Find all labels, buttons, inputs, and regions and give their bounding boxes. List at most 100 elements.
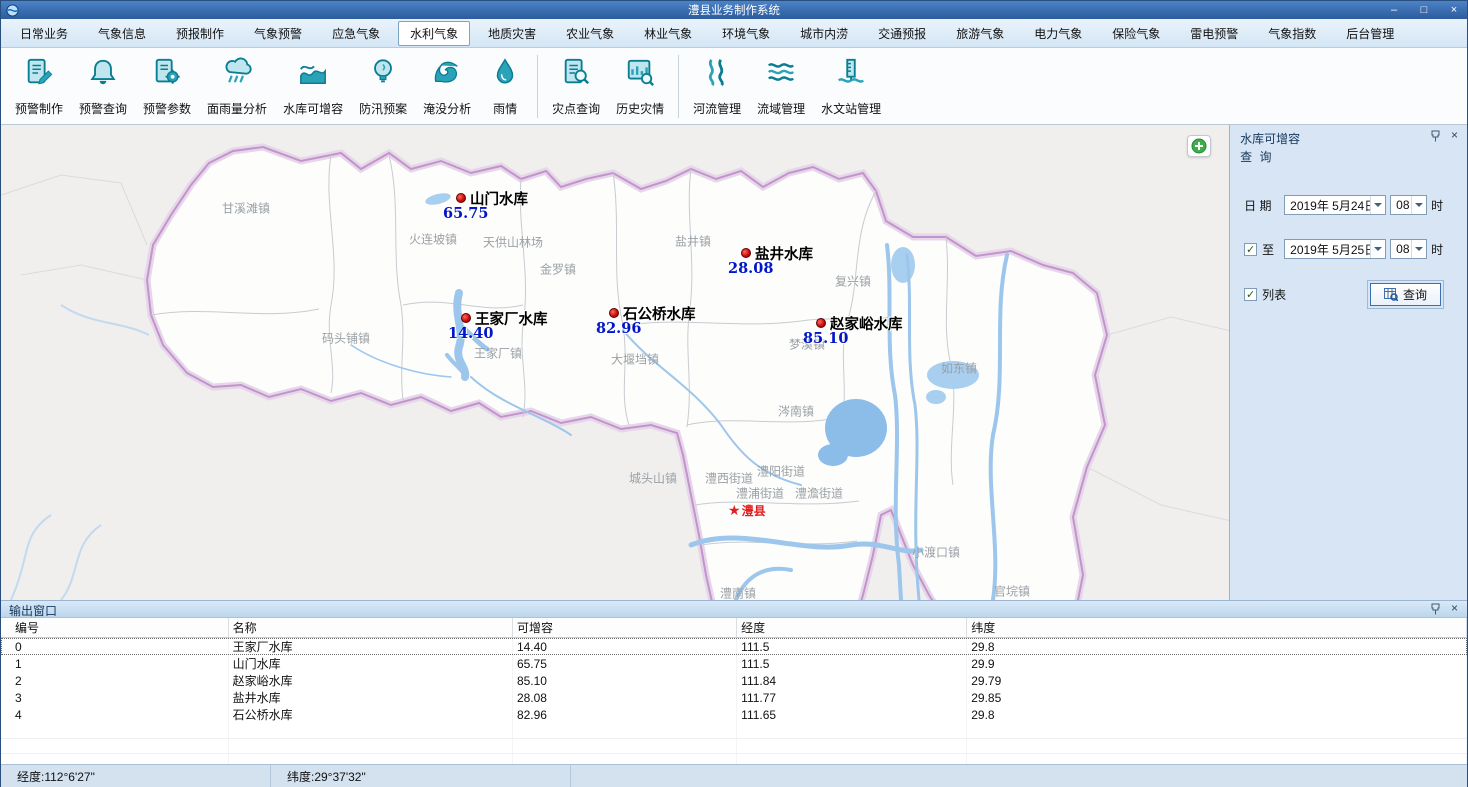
- menu-item-后台管理[interactable]: 后台管理: [1334, 21, 1406, 46]
- chevron-down-icon: [1411, 196, 1426, 214]
- table-row[interactable]: 1山门水库65.75111.529.9: [1, 655, 1467, 672]
- tool-label: 河流管理: [693, 100, 741, 117]
- pin-icon[interactable]: [1429, 129, 1442, 142]
- date-label: 日 期: [1244, 197, 1284, 214]
- tool-label: 雨情: [493, 100, 517, 117]
- table-cell: 111.84: [737, 672, 967, 689]
- tool-水库可增容[interactable]: 水库可增容: [275, 51, 351, 122]
- reservoir-capacity-value: 14.40: [448, 325, 493, 342]
- tool-河流管理[interactable]: 河流管理: [685, 51, 749, 122]
- table-row[interactable]: 2赵家峪水库85.10111.8429.79: [1, 672, 1467, 689]
- reservoir-dot-icon: [456, 193, 466, 203]
- menu-item-气象指数[interactable]: 气象指数: [1256, 21, 1328, 46]
- reservoir-dot-icon: [816, 318, 826, 328]
- reservoir-query-panel: 水库可增容 查 询 × 日 期 2019年 5月24日: [1230, 125, 1467, 600]
- list-checkbox[interactable]: [1244, 288, 1257, 301]
- bell-icon: [87, 55, 119, 89]
- menu-item-水利气象[interactable]: 水利气象: [398, 21, 470, 46]
- tool-预警制作[interactable]: 预警制作: [7, 51, 71, 122]
- chevron-down-icon: [1411, 240, 1426, 258]
- column-header-纬度[interactable]: 纬度: [967, 618, 1467, 638]
- tool-label: 预警制作: [15, 100, 63, 117]
- water-drop-icon: [489, 55, 521, 89]
- reservoir-wave-icon: [297, 55, 329, 89]
- doc-gear-icon: [151, 55, 183, 89]
- basemap-svg: [1, 125, 1230, 600]
- menu-item-农业气象[interactable]: 农业气象: [554, 21, 626, 46]
- column-header-名称[interactable]: 名称: [228, 618, 512, 638]
- menu-item-保险气象[interactable]: 保险气象: [1100, 21, 1172, 46]
- search-doc-icon: [560, 55, 592, 89]
- panel-subtitle: 查 询: [1240, 148, 1459, 165]
- table-cell: 111.5: [737, 655, 967, 672]
- date-to-select[interactable]: 2019年 5月25日: [1284, 239, 1386, 259]
- output-close-icon[interactable]: ×: [1448, 602, 1461, 615]
- tool-label: 灾点查询: [552, 100, 600, 117]
- reservoir-dot-icon: [609, 308, 619, 318]
- menu-item-日常业务[interactable]: 日常业务: [8, 21, 80, 46]
- table-cell: 29.79: [967, 672, 1467, 689]
- toolbar: 预警制作预警查询预警参数面雨量分析水库可增容防汛预案淹没分析雨情 灾点查询历史灾情…: [1, 48, 1467, 125]
- tool-预警查询[interactable]: 预警查询: [71, 51, 135, 122]
- tool-水文站管理[interactable]: 水文站管理: [813, 51, 889, 122]
- date-from-select[interactable]: 2019年 5月24日: [1284, 195, 1386, 215]
- column-header-可增容[interactable]: 可增容: [512, 618, 736, 638]
- table-cell: 4: [1, 706, 228, 723]
- menu-item-预报制作[interactable]: 预报制作: [164, 21, 236, 46]
- tool-label: 面雨量分析: [207, 100, 267, 117]
- hour-to-select[interactable]: 08: [1390, 239, 1427, 259]
- maximize-button[interactable]: □: [1416, 2, 1432, 18]
- query-button[interactable]: 查询: [1370, 283, 1441, 306]
- to-checkbox-group: 至: [1244, 241, 1284, 258]
- history-chart-icon: [624, 55, 656, 89]
- table-cell: 28.08: [512, 689, 736, 706]
- menu-item-城市内涝[interactable]: 城市内涝: [788, 21, 860, 46]
- table-row-empty: [1, 738, 1467, 753]
- column-header-编号[interactable]: 编号: [1, 618, 228, 638]
- menu-item-气象信息[interactable]: 气象信息: [86, 21, 158, 46]
- tool-淹没分析[interactable]: 淹没分析: [415, 51, 479, 122]
- table-row[interactable]: 3盐井水库28.08111.7729.85: [1, 689, 1467, 706]
- panel-close-icon[interactable]: ×: [1448, 129, 1461, 142]
- close-button[interactable]: ×: [1446, 2, 1462, 18]
- tool-灾点查询[interactable]: 灾点查询: [544, 51, 608, 122]
- tool-雨情[interactable]: 雨情: [479, 51, 531, 122]
- table-cell: 65.75: [512, 655, 736, 672]
- hour-from-select[interactable]: 08: [1390, 195, 1427, 215]
- table-row[interactable]: 4石公桥水库82.96111.6529.8: [1, 706, 1467, 723]
- table-cell: 85.10: [512, 672, 736, 689]
- menu-item-气象预警[interactable]: 气象预警: [242, 21, 314, 46]
- tool-面雨量分析[interactable]: 面雨量分析: [199, 51, 275, 122]
- tool-历史灾情[interactable]: 历史灾情: [608, 51, 672, 122]
- tool-流域管理[interactable]: 流域管理: [749, 51, 813, 122]
- menu-item-环境气象[interactable]: 环境气象: [710, 21, 782, 46]
- tool-防汛预案[interactable]: 防汛预案: [351, 51, 415, 122]
- column-header-经度[interactable]: 经度: [737, 618, 967, 638]
- pin-icon[interactable]: [1429, 602, 1442, 615]
- county-seat-label: ★ 澧县: [728, 502, 766, 519]
- tool-label: 水库可增容: [283, 100, 343, 117]
- menu-bar: 日常业务气象信息预报制作气象预警应急气象水利气象地质灾害农业气象林业气象环境气象…: [1, 19, 1467, 48]
- output-table-body: 0王家厂水库14.40111.529.81山门水库65.75111.529.92…: [1, 638, 1467, 765]
- app-icon: [6, 4, 19, 17]
- minimize-button[interactable]: –: [1386, 2, 1402, 18]
- tool-预警参数[interactable]: 预警参数: [135, 51, 199, 122]
- table-cell: 29.8: [967, 706, 1467, 723]
- list-label: 列表: [1262, 286, 1286, 303]
- table-cell: 111.5: [737, 638, 967, 656]
- table-cell: 山门水库: [228, 655, 512, 672]
- map-zoom-button[interactable]: [1187, 135, 1211, 157]
- menu-item-雷电预警[interactable]: 雷电预警: [1178, 21, 1250, 46]
- menu-item-交通预报[interactable]: 交通预报: [866, 21, 938, 46]
- table-cell: 3: [1, 689, 228, 706]
- menu-item-电力气象[interactable]: 电力气象: [1022, 21, 1094, 46]
- map-canvas[interactable]: 甘溪滩镇火连坡镇天供山林场金罗镇盐井镇复兴镇码头铺镇王家厂镇梦溪镇大堰垱镇如东镇…: [1, 125, 1230, 600]
- menu-item-应急气象[interactable]: 应急气象: [320, 21, 392, 46]
- menu-item-林业气象[interactable]: 林业气象: [632, 21, 704, 46]
- table-cell: 王家厂水库: [228, 638, 512, 656]
- toolbar-separator: [678, 55, 679, 118]
- menu-item-旅游气象[interactable]: 旅游气象: [944, 21, 1016, 46]
- to-checkbox[interactable]: [1244, 243, 1257, 256]
- menu-item-地质灾害[interactable]: 地质灾害: [476, 21, 548, 46]
- table-row[interactable]: 0王家厂水库14.40111.529.8: [1, 638, 1467, 656]
